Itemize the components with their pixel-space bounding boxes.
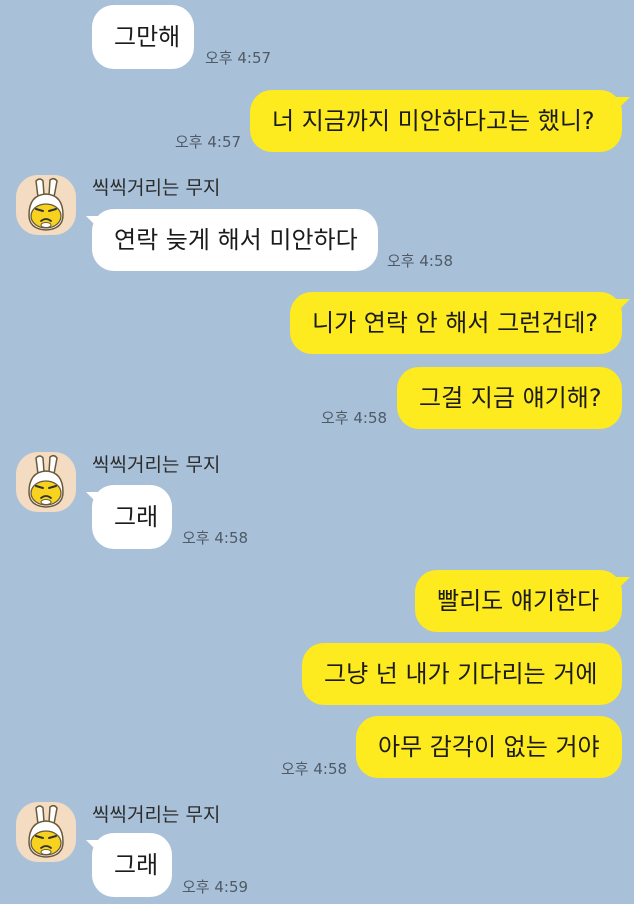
sender-name: 씩씩거리는 무지 (92, 804, 221, 826)
message-bubble-outgoing[interactable]: 그냥 넌 내가 기다리는 거에 (302, 643, 622, 705)
message-bubble-outgoing[interactable]: 너 지금까지 미안하다고는 했니? (250, 90, 622, 152)
message-bubble-incoming[interactable]: 그래 (92, 833, 172, 897)
chat-window: 그만해 오후 4:57 너 지금까지 미안하다고는 했니? 오후 4:57 씩씩… (0, 0, 634, 904)
bubble-tail (616, 299, 630, 313)
sender-name: 씩씩거리는 무지 (92, 177, 221, 199)
message-bubble-incoming[interactable]: 그만해 (92, 5, 194, 69)
message-text: 그래 (114, 503, 159, 531)
message-timestamp: 오후 4:57 (205, 49, 272, 67)
message-text: 니가 연락 안 해서 그런건데? (312, 309, 599, 337)
message-bubble-outgoing[interactable]: 빨리도 얘기한다 (415, 570, 622, 632)
message-timestamp: 오후 4:58 (182, 529, 249, 547)
message-text: 연락 늦게 해서 미안하다 (114, 226, 358, 254)
message-text: 그냥 넌 내가 기다리는 거에 (324, 660, 598, 688)
message-bubble-incoming[interactable]: 그래 (92, 485, 172, 549)
avatar[interactable] (16, 175, 76, 235)
message-timestamp: 오후 4:58 (281, 760, 348, 778)
muzi-icon (28, 177, 64, 231)
message-timestamp: 오후 4:57 (175, 133, 242, 151)
avatar[interactable] (16, 452, 76, 512)
message-text: 그래 (114, 851, 159, 879)
message-bubble-outgoing[interactable]: 니가 연락 안 해서 그런건데? (290, 292, 622, 354)
muzi-icon (28, 804, 64, 858)
avatar[interactable] (16, 802, 76, 862)
message-timestamp: 오후 4:58 (321, 409, 388, 427)
message-text: 빨리도 얘기한다 (437, 587, 600, 615)
message-text: 그만해 (114, 23, 181, 51)
message-text: 그걸 지금 얘기해? (419, 384, 602, 412)
message-bubble-incoming[interactable]: 연락 늦게 해서 미안하다 (92, 209, 378, 271)
muzi-icon (28, 454, 64, 508)
message-text: 아무 감각이 없는 거야 (378, 733, 600, 761)
bubble-tail (616, 97, 630, 111)
message-text: 너 지금까지 미안하다고는 했니? (272, 107, 595, 135)
message-bubble-outgoing[interactable]: 그걸 지금 얘기해? (397, 367, 622, 429)
bubble-tail (616, 577, 630, 591)
message-bubble-outgoing[interactable]: 아무 감각이 없는 거야 (356, 716, 622, 778)
sender-name: 씩씩거리는 무지 (92, 454, 221, 476)
message-timestamp: 오후 4:58 (387, 252, 454, 270)
message-timestamp: 오후 4:59 (182, 878, 249, 896)
